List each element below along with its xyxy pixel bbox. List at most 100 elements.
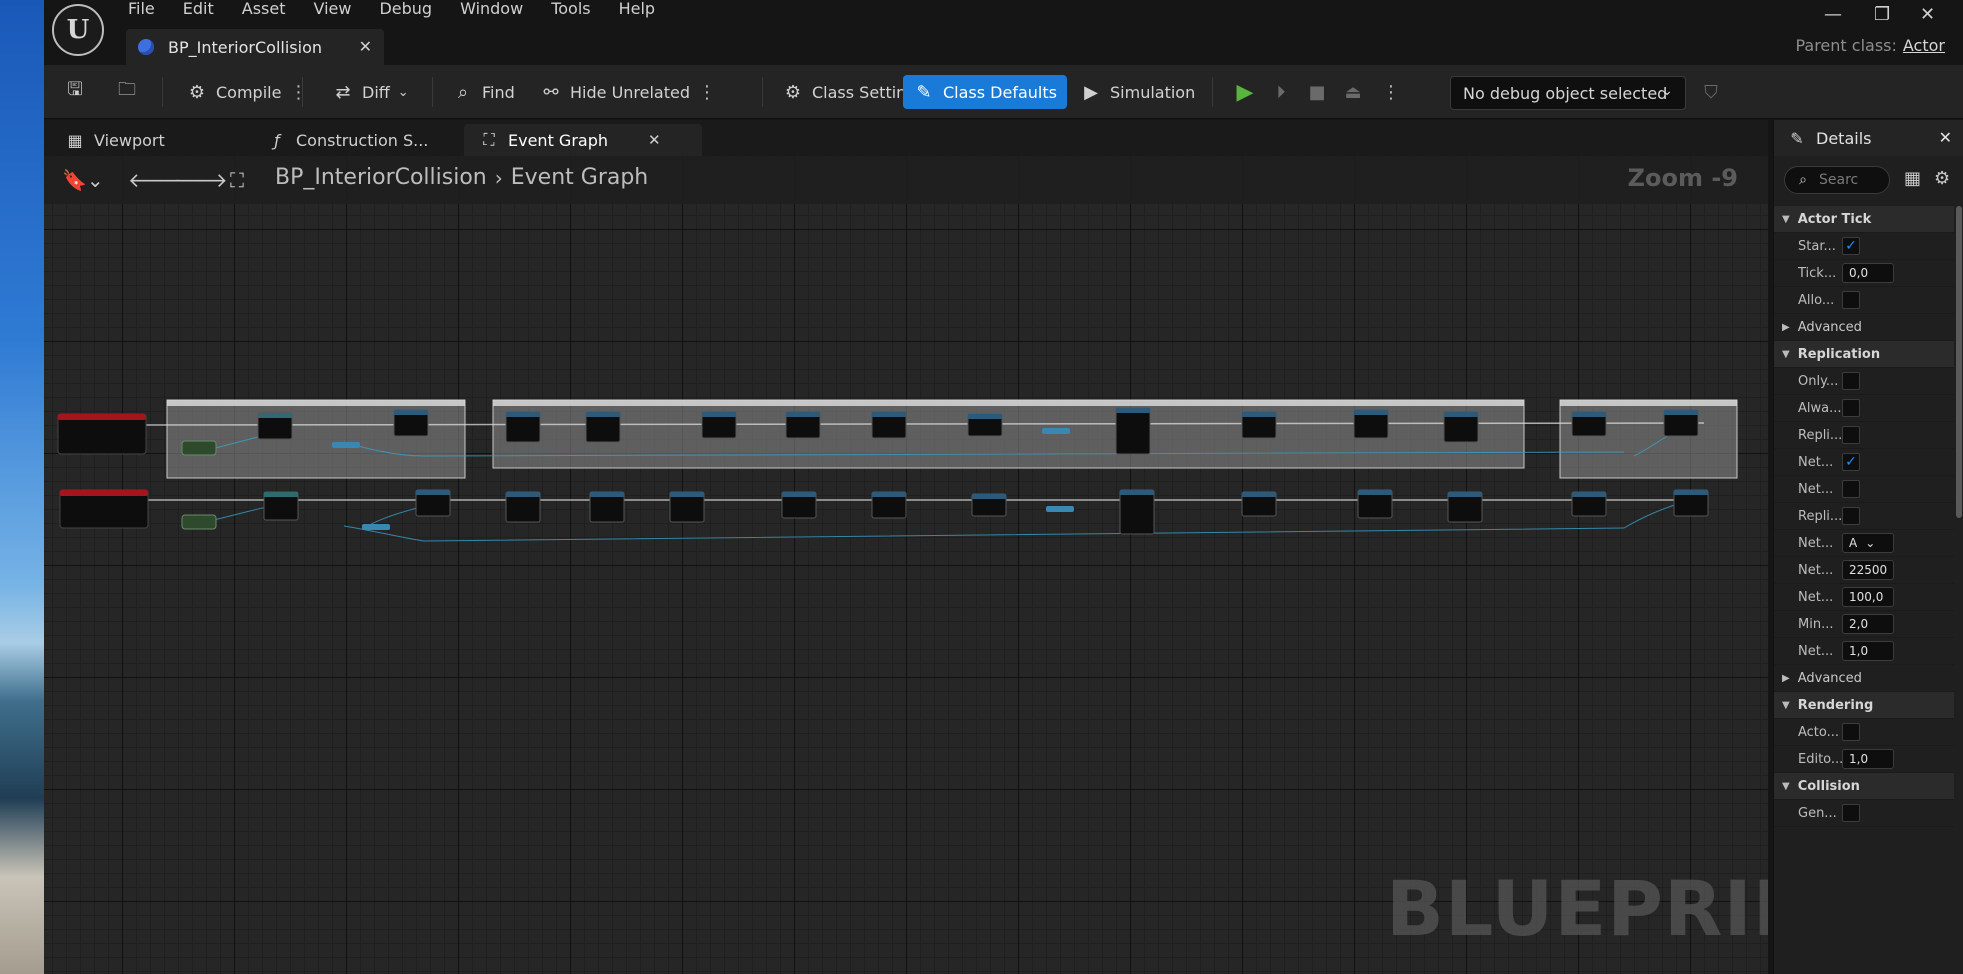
category-header[interactable]: ▼ Rendering [1774, 692, 1954, 719]
compile-options-icon[interactable]: ⋮ [289, 82, 307, 103]
function-node[interactable] [1357, 489, 1393, 519]
property-checkbox[interactable] [1842, 291, 1860, 309]
find-button[interactable]: ⌕ Find [452, 75, 515, 109]
reroute-node[interactable] [332, 442, 360, 448]
reroute-node[interactable] [1042, 428, 1070, 434]
close-panel-icon[interactable]: ✕ [1939, 128, 1952, 147]
stop-button[interactable]: ■ [1306, 75, 1336, 109]
hide-unrelated-options-icon[interactable]: ⋮ [698, 82, 716, 103]
category-header[interactable]: ▼ Actor Tick [1774, 206, 1954, 233]
function-node[interactable] [1571, 491, 1607, 517]
browse-button[interactable]: 🗀 [116, 75, 146, 109]
settings-gear-icon[interactable]: ⚙ [1934, 168, 1950, 189]
function-node[interactable] [1119, 489, 1155, 535]
property-checkbox[interactable] [1842, 426, 1860, 444]
document-tab[interactable]: BP_InteriorCollision ✕ [126, 29, 384, 65]
function-node[interactable] [415, 489, 451, 517]
step-button[interactable]: ⏵ [1270, 75, 1300, 109]
eject-button[interactable]: ⏏ [1342, 75, 1372, 109]
property-checkbox[interactable]: ✓ [1842, 453, 1860, 471]
event-graph-canvas[interactable]: 🔖⌄ 🡐 🡒 ⛶ BP_InteriorCollision › Event Gr… [44, 156, 1768, 974]
close-tab-icon[interactable]: ✕ [359, 37, 372, 56]
property-number-field[interactable]: 22500 [1842, 560, 1894, 580]
reroute-node[interactable] [1046, 506, 1074, 512]
function-node[interactable] [871, 411, 907, 439]
breadcrumb-graph[interactable]: Event Graph [511, 165, 649, 190]
menu-view[interactable]: View [314, 0, 370, 20]
function-node[interactable] [257, 412, 293, 440]
function-node[interactable] [1241, 411, 1277, 439]
menu-window[interactable]: Window [460, 0, 541, 20]
function-node[interactable] [967, 413, 1003, 437]
function-node[interactable] [263, 491, 299, 521]
function-node[interactable] [669, 491, 705, 523]
debug-filter-button[interactable]: ⛉ [1700, 75, 1730, 109]
category-header[interactable]: ▼ Collision [1774, 773, 1954, 800]
menu-debug[interactable]: Debug [379, 0, 450, 20]
variable-node[interactable] [181, 514, 217, 530]
property-checkbox[interactable] [1842, 723, 1860, 741]
category-header[interactable]: ▼ Replication [1774, 341, 1954, 368]
function-node[interactable] [589, 491, 625, 523]
table-view-icon[interactable]: ▦ [1904, 168, 1921, 189]
tab-viewport[interactable]: ▦ Viewport [50, 124, 240, 156]
menu-asset[interactable]: Asset [242, 0, 304, 20]
property-combo[interactable]: A ⌄ [1842, 533, 1894, 553]
property-checkbox[interactable] [1842, 507, 1860, 525]
function-node[interactable] [1241, 491, 1277, 517]
graph-hierarchy-icon[interactable]: ⛶ [230, 168, 244, 192]
variable-node[interactable] [181, 440, 217, 456]
property-checkbox[interactable] [1842, 399, 1860, 417]
function-node[interactable] [585, 411, 621, 443]
reroute-node[interactable] [362, 524, 390, 530]
property-number-field[interactable]: 2,0 [1842, 614, 1894, 634]
close-window-icon[interactable]: ✕ [1920, 4, 1935, 25]
property-number-field[interactable]: 100,0 [1842, 587, 1894, 607]
save-button[interactable]: 🖫 [64, 75, 94, 109]
breadcrumb-blueprint[interactable]: BP_InteriorCollision [275, 165, 487, 190]
bookmark-icon[interactable]: 🔖⌄ [62, 168, 104, 192]
function-node[interactable] [1673, 489, 1709, 517]
function-node[interactable] [781, 491, 817, 519]
tab-event-graph[interactable]: ⛶ Event Graph ✕ [464, 124, 702, 156]
event-node[interactable] [59, 489, 149, 529]
function-node[interactable] [1115, 407, 1151, 455]
maximize-icon[interactable]: ❐ [1874, 4, 1890, 25]
menu-edit[interactable]: Edit [183, 0, 232, 20]
function-node[interactable] [393, 409, 429, 437]
function-node[interactable] [785, 411, 821, 439]
parent-class-link[interactable]: Actor [1903, 36, 1945, 55]
property-number-field[interactable]: 1,0 [1842, 749, 1894, 769]
advanced-toggle[interactable]: ▶ Advanced [1774, 665, 1954, 692]
forward-arrow-icon[interactable]: 🡒 [174, 168, 228, 192]
details-search-input[interactable]: ⌕ Searc [1784, 166, 1890, 194]
property-checkbox[interactable]: ✓ [1842, 237, 1860, 255]
hide-unrelated-button[interactable]: ⚯ Hide Unrelated ⋮ [540, 75, 716, 109]
debug-object-select[interactable]: No debug object selected ⌄ [1450, 76, 1686, 110]
function-node[interactable] [1447, 491, 1483, 523]
menu-tools[interactable]: Tools [551, 0, 608, 20]
function-node[interactable] [505, 411, 541, 443]
property-checkbox[interactable] [1842, 804, 1860, 822]
diff-button[interactable]: ⇄ Diff ⌄ [332, 75, 408, 109]
property-checkbox[interactable] [1842, 480, 1860, 498]
property-checkbox[interactable] [1842, 372, 1860, 390]
function-node[interactable] [505, 491, 541, 523]
function-node[interactable] [1353, 409, 1389, 439]
play-options-button[interactable]: ⋮ [1374, 75, 1400, 109]
function-node[interactable] [871, 491, 907, 519]
function-node[interactable] [1663, 409, 1699, 437]
tab-construction-script[interactable]: ƒ Construction S... [252, 124, 452, 156]
details-scrollbar[interactable] [1956, 206, 1962, 518]
event-node[interactable] [57, 413, 147, 455]
minimize-icon[interactable]: — [1824, 4, 1842, 25]
menu-help[interactable]: Help [619, 0, 673, 20]
advanced-toggle[interactable]: ▶ Advanced [1774, 314, 1954, 341]
property-number-field[interactable]: 1,0 [1842, 641, 1894, 661]
simulation-button[interactable]: ▶ Simulation [1080, 75, 1195, 109]
function-node[interactable] [1571, 411, 1607, 437]
class-defaults-button[interactable]: ✎ Class Defaults [903, 75, 1067, 109]
play-button[interactable]: ▶ [1234, 75, 1264, 109]
close-tab-icon[interactable]: ✕ [648, 131, 661, 149]
menu-file[interactable]: File [128, 0, 173, 20]
